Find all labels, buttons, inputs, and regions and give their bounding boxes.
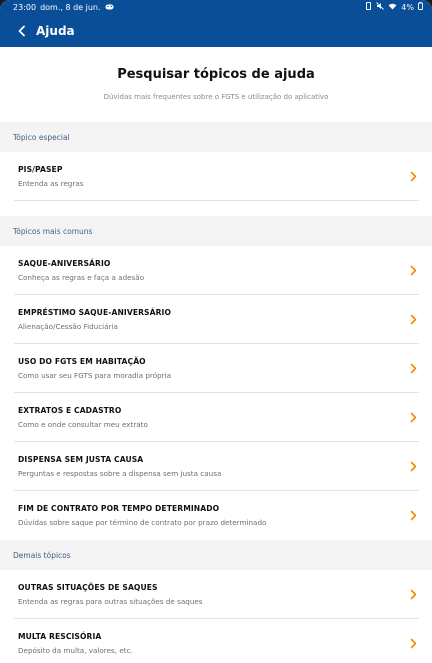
help-topic-subtitle: Dúvidas sobre saque por término de contr… bbox=[18, 518, 267, 527]
section-header-comuns: Tópicos mais comuns bbox=[0, 216, 432, 246]
help-topic-text: DISPENSA SEM JUSTA CAUSA Perguntas e res… bbox=[0, 455, 406, 478]
help-topic-text: USO DO FGTS EM HABITAÇÃO Como usar seu F… bbox=[0, 357, 406, 380]
help-topic-outras-situacoes-saques[interactable]: OUTRAS SITUAÇÕES DE SAQUES Entenda as re… bbox=[0, 570, 432, 619]
help-topic-title: SAQUE-ANIVERSÁRIO bbox=[18, 259, 111, 268]
section-list-demais: OUTRAS SITUAÇÕES DE SAQUES Entenda as re… bbox=[0, 570, 432, 663]
help-topic-title: PIS/PASEP bbox=[18, 165, 63, 174]
help-topic-title: EXTRATOS E CADASTRO bbox=[18, 406, 122, 415]
mute-icon bbox=[376, 2, 385, 12]
help-topic-subtitle: Depósito da multa, valores, etc. bbox=[18, 646, 133, 655]
section-list-especial: PIS/PASEP Entenda as regras bbox=[0, 152, 432, 216]
chevron-right-icon bbox=[406, 637, 420, 651]
help-topic-fim-de-contrato[interactable]: FIM DE CONTRATO POR TEMPO DETERMINADO Dú… bbox=[0, 491, 432, 540]
section-list-comuns: SAQUE-ANIVERSÁRIO Conheça as regras e fa… bbox=[0, 246, 432, 540]
section-header-demais: Demais tópicos bbox=[0, 540, 432, 570]
chevron-right-icon bbox=[406, 588, 420, 602]
status-date: dom., 8 de jun. bbox=[40, 2, 101, 12]
help-topic-title: EMPRÉSTIMO SAQUE-ANIVERSÁRIO bbox=[18, 308, 172, 317]
help-topic-emprestimo-saque-aniversario[interactable]: EMPRÉSTIMO SAQUE-ANIVERSÁRIO Alienação/C… bbox=[0, 295, 432, 344]
help-topic-text: OUTRAS SITUAÇÕES DE SAQUES Entenda as re… bbox=[0, 583, 406, 606]
status-left: 23:00 dom., 8 de jun. bbox=[13, 3, 114, 12]
help-topic-dispensa-sem-justa-causa[interactable]: DISPENSA SEM JUSTA CAUSA Perguntas e res… bbox=[0, 442, 432, 491]
help-topic-subtitle: Conheça as regras e faça a adesão bbox=[18, 273, 145, 282]
chevron-right-icon bbox=[406, 509, 420, 523]
help-topic-text: EXTRATOS E CADASTRO Como e onde consulta… bbox=[0, 406, 406, 429]
help-topic-subtitle: Perguntas e respostas sobre a dispensa s… bbox=[18, 469, 222, 478]
battery-icon bbox=[418, 2, 423, 12]
help-topic-subtitle: Como e onde consultar meu extrato bbox=[18, 420, 148, 429]
help-topic-title: DISPENSA SEM JUSTA CAUSA bbox=[18, 455, 144, 464]
help-topic-text: FIM DE CONTRATO POR TEMPO DETERMINADO Dú… bbox=[0, 504, 406, 527]
page-subtitle: Dúvidas mais frequentes sobre o FGTS e u… bbox=[103, 93, 329, 101]
help-topic-uso-fgts-habitacao[interactable]: USO DO FGTS EM HABITAÇÃO Como usar seu F… bbox=[0, 344, 432, 393]
help-topic-extratos-cadastro[interactable]: EXTRATOS E CADASTRO Como e onde consulta… bbox=[0, 393, 432, 442]
help-topic-text: PIS/PASEP Entenda as regras bbox=[0, 165, 406, 188]
help-topic-subtitle: Entenda as regras bbox=[18, 179, 84, 188]
help-topic-multa-rescisoria[interactable]: MULTA RESCISÓRIA Depósito da multa, valo… bbox=[0, 619, 432, 663]
page-title: Pesquisar tópicos de ajuda bbox=[117, 67, 315, 82]
chevron-right-icon bbox=[406, 264, 420, 278]
app-bar-title: Ajuda bbox=[36, 23, 75, 38]
chevron-right-icon bbox=[406, 411, 420, 425]
help-topic-text: MULTA RESCISÓRIA Depósito da multa, valo… bbox=[0, 632, 406, 655]
battery-percent: 4% bbox=[401, 2, 414, 12]
chevron-right-icon bbox=[406, 362, 420, 376]
help-topic-subtitle: Como usar seu FGTS para moradia própria bbox=[18, 371, 172, 380]
section-header-especial: Tópico especial bbox=[0, 122, 432, 152]
gamepad-icon bbox=[105, 3, 114, 12]
wifi-icon bbox=[388, 3, 397, 12]
help-topic-pis-pasep[interactable]: PIS/PASEP Entenda as regras bbox=[0, 152, 432, 201]
status-bar: 23:00 dom., 8 de jun. 4% bbox=[0, 0, 432, 14]
page-header: Pesquisar tópicos de ajuda Dúvidas mais … bbox=[0, 47, 432, 122]
chevron-right-icon bbox=[406, 313, 420, 327]
status-time: 23:00 bbox=[13, 2, 37, 12]
help-topic-text: SAQUE-ANIVERSÁRIO Conheça as regras e fa… bbox=[0, 259, 406, 282]
help-topic-title: OUTRAS SITUAÇÕES DE SAQUES bbox=[18, 583, 158, 592]
help-topic-title: FIM DE CONTRATO POR TEMPO DETERMINADO bbox=[18, 504, 220, 513]
help-topic-text: EMPRÉSTIMO SAQUE-ANIVERSÁRIO Alienação/C… bbox=[0, 308, 406, 331]
help-topic-saque-aniversario[interactable]: SAQUE-ANIVERSÁRIO Conheça as regras e fa… bbox=[0, 246, 432, 295]
chevron-right-icon bbox=[406, 170, 420, 184]
help-topic-subtitle: Alienação/Cessão Fiduciária bbox=[18, 322, 118, 331]
back-button[interactable] bbox=[14, 23, 30, 39]
status-right: 4% bbox=[365, 2, 423, 12]
screen: 23:00 dom., 8 de jun. 4% Ajuda Pesquisar… bbox=[0, 0, 432, 663]
app-bar: Ajuda bbox=[0, 14, 432, 47]
vibrate-icon bbox=[365, 2, 372, 12]
divider bbox=[14, 200, 419, 201]
help-topic-subtitle: Entenda as regras para outras situações … bbox=[18, 597, 203, 606]
help-topic-title: MULTA RESCISÓRIA bbox=[18, 632, 102, 641]
help-topic-title: USO DO FGTS EM HABITAÇÃO bbox=[18, 357, 146, 366]
chevron-right-icon bbox=[406, 460, 420, 474]
chevron-left-icon bbox=[18, 25, 25, 36]
